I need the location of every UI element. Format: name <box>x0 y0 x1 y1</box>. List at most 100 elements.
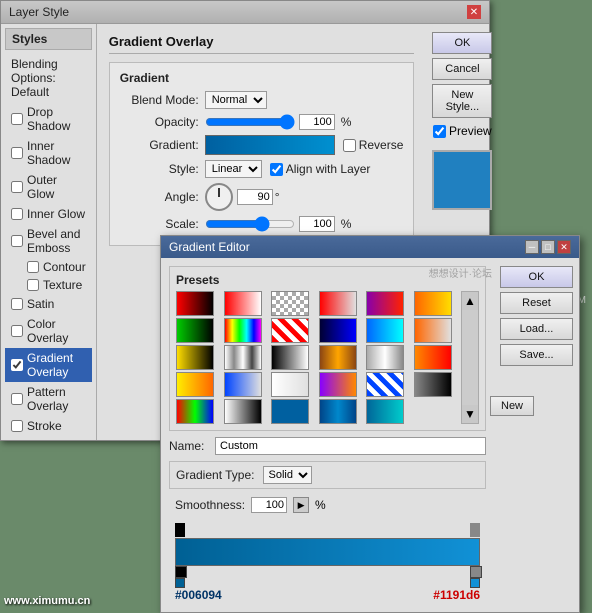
preset-swatch-19[interactable] <box>176 372 214 397</box>
smoothness-unit: % <box>315 498 326 512</box>
preset-swatch-9[interactable] <box>271 318 309 343</box>
watermark-left: www.ximumu.cn <box>4 595 90 607</box>
preview-checkbox[interactable] <box>433 125 446 138</box>
style-select[interactable]: Linear <box>205 160 262 178</box>
preset-swatch-23[interactable] <box>366 372 404 397</box>
preset-swatch-25[interactable] <box>176 399 214 424</box>
outer-glow-label: Outer Glow <box>27 173 86 201</box>
preset-swatch-1[interactable] <box>176 291 214 316</box>
preset-swatch-2[interactable] <box>224 291 262 316</box>
sidebar-item-drop-shadow[interactable]: Drop Shadow <box>5 102 92 136</box>
opacity-stop-left[interactable] <box>175 523 185 537</box>
texture-checkbox[interactable] <box>27 279 39 291</box>
scale-slider[interactable] <box>205 217 295 231</box>
color-stop-left[interactable] <box>175 566 185 580</box>
sidebar-item-contour[interactable]: Contour <box>5 258 92 276</box>
angle-dial[interactable] <box>205 183 233 211</box>
sidebar-item-bevel-emboss[interactable]: Bevel and Emboss <box>5 224 92 258</box>
stroke-checkbox[interactable] <box>11 420 23 432</box>
presets-scroll-down[interactable]: ▼ <box>462 405 478 423</box>
preset-swatch-28[interactable] <box>319 399 357 424</box>
smoothness-input[interactable] <box>251 497 287 513</box>
ge-save-button[interactable]: Save... <box>500 344 573 366</box>
presets-grid <box>176 291 459 424</box>
presets-scroll-up[interactable]: ▲ <box>462 292 478 310</box>
preset-swatch-21[interactable] <box>271 372 309 397</box>
preset-swatch-7[interactable] <box>176 318 214 343</box>
opacity-slider[interactable] <box>205 115 295 129</box>
ge-titlebar-buttons: ─ □ ✕ <box>525 240 571 254</box>
gradient-bar[interactable] <box>175 538 480 566</box>
outer-glow-checkbox[interactable] <box>11 181 23 193</box>
color-stop-right[interactable] <box>470 566 480 580</box>
scale-value-input[interactable] <box>299 216 335 232</box>
inner-glow-checkbox[interactable] <box>11 208 23 220</box>
preset-swatch-24[interactable] <box>414 372 452 397</box>
opacity-unit: % <box>341 115 352 129</box>
ge-new-gradient-button[interactable]: New <box>490 396 534 416</box>
preset-swatch-27[interactable] <box>271 399 309 424</box>
angle-label: Angle: <box>120 190 205 204</box>
satin-checkbox[interactable] <box>11 298 23 310</box>
inner-shadow-checkbox[interactable] <box>11 147 23 159</box>
preset-swatch-15[interactable] <box>271 345 309 370</box>
sidebar-item-inner-shadow[interactable]: Inner Shadow <box>5 136 92 170</box>
preset-swatch-10[interactable] <box>319 318 357 343</box>
sidebar-item-satin[interactable]: Satin <box>5 294 92 314</box>
gradient-overlay-checkbox[interactable] <box>11 359 23 371</box>
new-style-button[interactable]: New Style... <box>432 84 492 118</box>
preset-swatch-3[interactable] <box>271 291 309 316</box>
ge-maximize-button[interactable]: □ <box>541 240 555 254</box>
scale-row: Scale: % <box>120 216 404 232</box>
preset-swatch-5[interactable] <box>366 291 404 316</box>
name-input[interactable] <box>215 437 486 455</box>
ge-close-button[interactable]: ✕ <box>557 240 571 254</box>
preset-swatch-6[interactable] <box>414 291 452 316</box>
blend-mode-row: Blend Mode: Normal <box>120 91 404 109</box>
preset-swatch-4[interactable] <box>319 291 357 316</box>
sidebar-item-inner-glow[interactable]: Inner Glow <box>5 204 92 224</box>
color-overlay-checkbox[interactable] <box>11 325 23 337</box>
contour-checkbox[interactable] <box>27 261 39 273</box>
preset-swatch-17[interactable] <box>366 345 404 370</box>
cancel-button[interactable]: Cancel <box>432 58 492 80</box>
pattern-overlay-checkbox[interactable] <box>11 393 23 405</box>
sidebar-item-blending-options[interactable]: Blending Options: Default <box>5 54 92 102</box>
angle-value-input[interactable] <box>237 189 273 205</box>
dialog-close-button[interactable]: ✕ <box>467 5 481 19</box>
smoothness-increment-button[interactable]: ▶ <box>293 497 309 513</box>
sidebar-item-stroke[interactable]: Stroke <box>5 416 92 436</box>
preset-swatch-8[interactable] <box>224 318 262 343</box>
preset-swatch-11[interactable] <box>366 318 404 343</box>
sidebar-item-texture[interactable]: Texture <box>5 276 92 294</box>
align-with-layer-checkbox[interactable] <box>270 163 283 176</box>
gradient-type-select[interactable]: Solid <box>263 466 312 484</box>
preset-swatch-12[interactable] <box>414 318 452 343</box>
preset-swatch-26[interactable] <box>224 399 262 424</box>
preset-swatch-22[interactable] <box>319 372 357 397</box>
preset-swatch-18[interactable] <box>414 345 452 370</box>
reverse-checkbox[interactable] <box>343 139 356 152</box>
ok-button[interactable]: OK <box>432 32 492 54</box>
blend-mode-select[interactable]: Normal <box>205 91 267 109</box>
opacity-value-input[interactable] <box>299 114 335 130</box>
preset-swatch-13[interactable] <box>176 345 214 370</box>
gradient-preview-bar[interactable] <box>205 135 335 155</box>
preset-swatch-16[interactable] <box>319 345 357 370</box>
sidebar-item-outer-glow[interactable]: Outer Glow <box>5 170 92 204</box>
preset-swatch-20[interactable] <box>224 372 262 397</box>
ge-minimize-button[interactable]: ─ <box>525 240 539 254</box>
ge-ok-button[interactable]: OK <box>500 266 573 288</box>
preset-swatch-29[interactable] <box>366 399 404 424</box>
bevel-emboss-checkbox[interactable] <box>11 235 23 247</box>
ge-reset-button[interactable]: Reset <box>500 292 573 314</box>
drop-shadow-checkbox[interactable] <box>11 113 23 125</box>
sidebar-item-pattern-overlay[interactable]: Pattern Overlay <box>5 382 92 416</box>
preset-swatch-14[interactable] <box>224 345 262 370</box>
ge-load-button[interactable]: Load... <box>500 318 573 340</box>
panel-title: Gradient Overlay <box>109 34 415 54</box>
sidebar-item-color-overlay[interactable]: Color Overlay <box>5 314 92 348</box>
color-overlay-label: Color Overlay <box>27 317 86 345</box>
opacity-stop-right[interactable] <box>470 523 480 537</box>
sidebar-item-gradient-overlay[interactable]: Gradient Overlay <box>5 348 92 382</box>
